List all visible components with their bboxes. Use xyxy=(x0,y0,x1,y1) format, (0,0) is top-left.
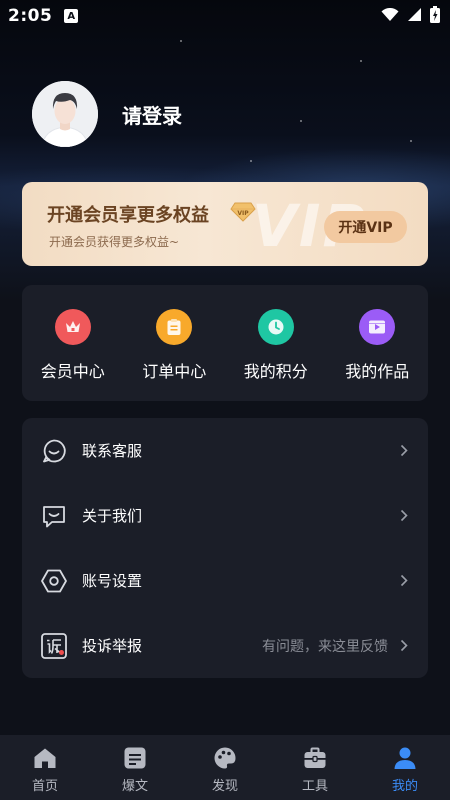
nav-label: 首页 xyxy=(31,779,58,794)
article-icon xyxy=(122,745,148,771)
battery-icon xyxy=(430,5,440,27)
profile-header[interactable]: 请登录 xyxy=(32,81,182,147)
notification-badge: A xyxy=(64,9,79,23)
menu-item-about-us[interactable]: 关于我们 xyxy=(22,483,428,548)
menu-item-label: 账号设置 xyxy=(82,572,143,590)
menu-item-label: 投诉举报 xyxy=(82,637,143,655)
quick-action-my-points[interactable]: 我的积分 xyxy=(225,285,327,401)
quick-actions-panel: 会员中心 订单中心 我的积分 我的作品 xyxy=(22,285,428,401)
login-prompt[interactable]: 请登录 xyxy=(122,100,182,129)
menu-item-contact-support[interactable]: 联系客服 xyxy=(22,418,428,483)
nav-item-tools[interactable]: 工具 xyxy=(270,735,360,800)
vip-subtitle: 开通会员获得更多权益~ xyxy=(49,235,180,249)
vip-banner[interactable]: VIP 开通会员享更多权益 VIP 开通会员获得更多权益~ 开通VIP xyxy=(22,182,428,266)
signal-icon xyxy=(407,7,422,26)
nav-label: 发现 xyxy=(211,779,238,794)
menu-list: 联系客服 关于我们 账号设置 投诉举报 有问题，来这里反馈 xyxy=(22,418,428,678)
diamond-label: VIP xyxy=(237,210,249,217)
quick-action-member-center[interactable]: 会员中心 xyxy=(22,285,124,401)
bottom-navigation: 首页 爆文 发现 工具 我的 xyxy=(0,735,450,800)
user-icon xyxy=(392,745,418,771)
quick-action-label: 我的作品 xyxy=(345,362,410,381)
nav-label: 我的 xyxy=(391,779,418,794)
open-vip-button[interactable]: 开通VIP xyxy=(324,211,407,243)
chat-bubble-icon xyxy=(40,437,68,465)
status-bar: 2:05 A xyxy=(0,0,450,32)
palette-icon xyxy=(212,745,238,771)
nav-item-mine[interactable]: 我的 xyxy=(360,735,450,800)
menu-item-hint: 有问题，来这里反馈 xyxy=(262,638,388,655)
clipboard-icon xyxy=(156,309,193,345)
quick-action-label: 订单中心 xyxy=(142,362,207,381)
crown-icon xyxy=(54,309,91,345)
chevron-right-icon xyxy=(398,639,410,653)
quick-action-order-center[interactable]: 订单中心 xyxy=(124,285,226,401)
clock-icon xyxy=(257,309,294,345)
hexagon-settings-icon xyxy=(40,567,68,595)
nav-item-home[interactable]: 首页 xyxy=(0,735,90,800)
quick-action-label: 会员中心 xyxy=(40,362,105,381)
menu-item-report[interactable]: 投诉举报 有问题，来这里反馈 xyxy=(22,613,428,678)
chevron-right-icon xyxy=(398,509,410,523)
diamond-icon: VIP xyxy=(230,202,256,226)
quick-action-my-works[interactable]: 我的作品 xyxy=(327,285,429,401)
wifi-icon xyxy=(381,7,399,26)
nav-item-articles[interactable]: 爆文 xyxy=(90,735,180,800)
message-box-icon xyxy=(40,502,68,530)
menu-item-label: 联系客服 xyxy=(82,442,143,460)
chevron-right-icon xyxy=(398,574,410,588)
avatar[interactable] xyxy=(32,81,98,147)
nav-item-discover[interactable]: 发现 xyxy=(180,735,270,800)
status-time: 2:05 xyxy=(8,6,53,26)
menu-item-account-settings[interactable]: 账号设置 xyxy=(22,548,428,613)
home-icon xyxy=(32,745,58,771)
chevron-right-icon xyxy=(398,444,410,458)
video-icon xyxy=(359,309,396,345)
toolbox-icon xyxy=(302,745,328,771)
menu-item-label: 关于我们 xyxy=(82,507,143,525)
nav-label: 工具 xyxy=(301,779,328,794)
report-icon xyxy=(40,632,68,660)
nav-label: 爆文 xyxy=(121,779,148,794)
status-icons xyxy=(381,5,440,27)
vip-title: 开通会员享更多权益 xyxy=(47,205,209,226)
quick-action-label: 我的积分 xyxy=(243,362,308,381)
